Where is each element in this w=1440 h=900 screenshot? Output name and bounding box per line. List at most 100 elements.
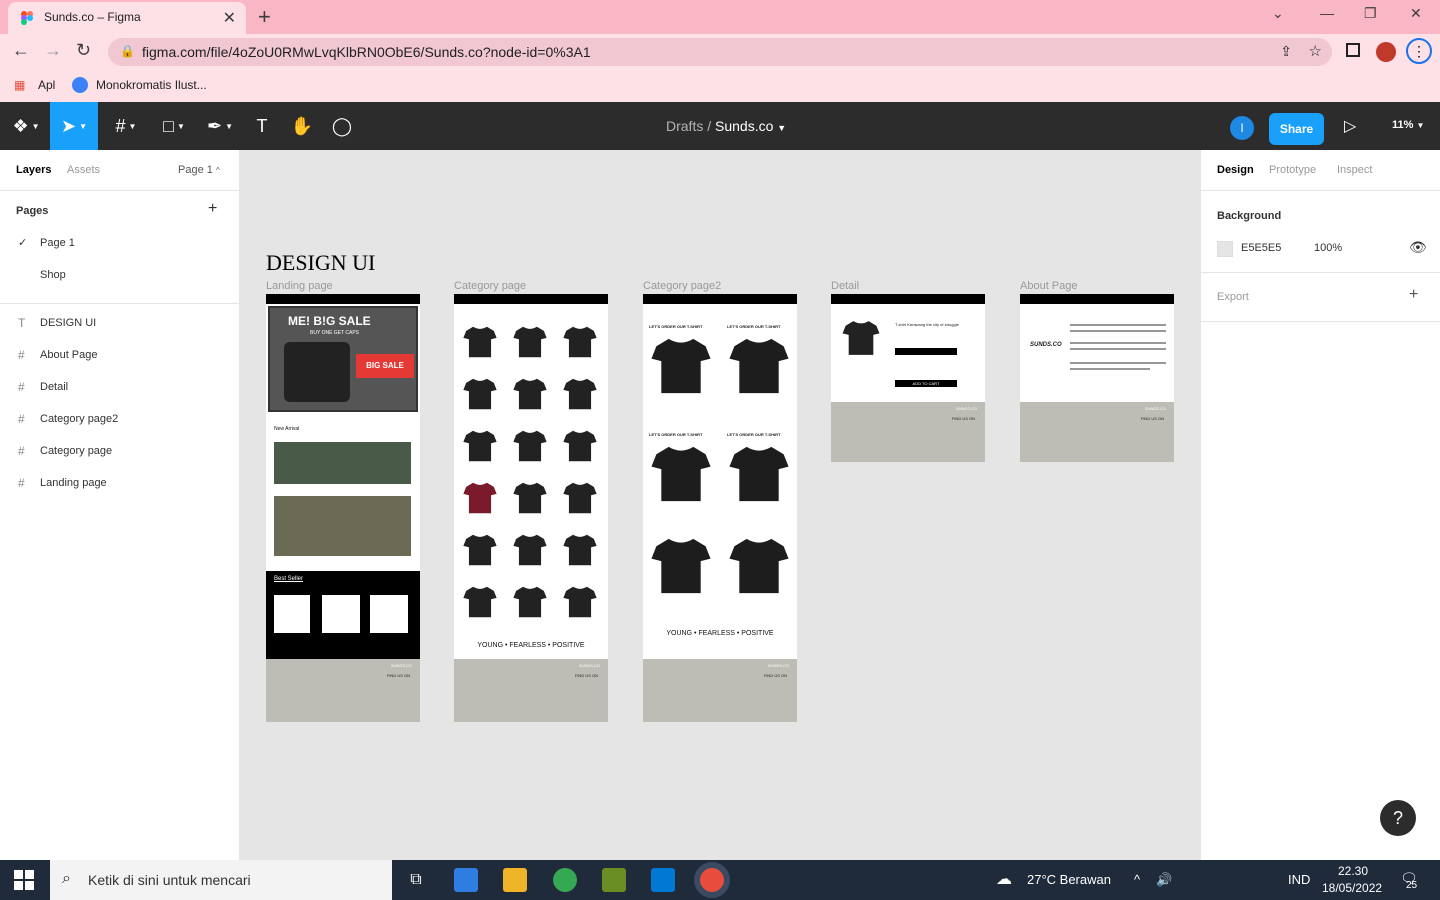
layer-landing-page[interactable]: # Landing page xyxy=(0,468,239,500)
tshirt-thumbnail xyxy=(513,586,547,618)
windows-start-icon[interactable] xyxy=(14,870,34,890)
frame-label-about[interactable]: About Page xyxy=(1020,280,1078,292)
store-icon[interactable] xyxy=(454,868,478,892)
frame-tool-icon[interactable]: # ▼ xyxy=(104,102,148,150)
chrome-menu-icon[interactable]: ⋮ xyxy=(1406,38,1432,64)
tab-prototype[interactable]: Prototype xyxy=(1269,164,1316,176)
language-indicator[interactable]: IND xyxy=(1288,872,1310,887)
frame-label-detail[interactable]: Detail xyxy=(831,280,859,292)
detail-frame[interactable]: T-shirt Karawang the city of struggle AD… xyxy=(831,294,985,462)
clock-time[interactable]: 22.30 xyxy=(1338,864,1368,878)
weather-text[interactable]: 27°C Berawan xyxy=(1027,872,1111,887)
forward-icon[interactable]: → xyxy=(44,40,62,61)
breadcrumb-drafts[interactable]: Drafts xyxy=(666,118,703,134)
file-name[interactable]: Sunds.co xyxy=(715,118,773,134)
bg-color-swatch[interactable] xyxy=(1217,241,1233,257)
bookmark-apps[interactable]: Apl xyxy=(38,78,55,92)
apps-grid-icon[interactable]: ▦ xyxy=(14,78,25,92)
search-icon: ⌕ xyxy=(62,870,71,887)
minimize-icon[interactable]: — xyxy=(1320,5,1334,21)
chevron-down-icon[interactable]: ▼ xyxy=(777,123,786,133)
chrome-icon[interactable] xyxy=(553,868,577,892)
side-panel-icon[interactable] xyxy=(1346,43,1360,57)
add-export-icon[interactable]: + xyxy=(1409,286,1418,304)
text-layer-icon: T xyxy=(18,316,26,330)
volume-icon[interactable]: 🔊 xyxy=(1156,872,1172,888)
tshirt-thumbnail xyxy=(729,446,789,502)
layer-category-page[interactable]: # Category page xyxy=(0,436,239,468)
file-explorer-icon[interactable] xyxy=(503,868,527,892)
user-avatar[interactable]: I xyxy=(1230,116,1254,140)
check-icon: ✓ xyxy=(18,237,28,249)
minecraft-icon[interactable] xyxy=(602,868,626,892)
frame-label-landing[interactable]: Landing page xyxy=(266,280,333,292)
restore-icon[interactable]: ❐ xyxy=(1364,5,1377,22)
tab-design[interactable]: Design xyxy=(1217,164,1254,176)
landing-page-frame[interactable]: ME! B!G SALE BUY ONE GET CAPS BIG SALE N… xyxy=(266,294,420,722)
category-page-frame[interactable]: YOUNG • FEARLESS • POSITIVE SUNDS.CO FIN… xyxy=(454,294,608,722)
about-logo: SUNDS.CO xyxy=(1030,342,1062,348)
frame-layer-icon: # xyxy=(18,348,25,362)
layers-panel: Layers Assets Page 1 ^ Pages + ✓ Page 1 … xyxy=(0,150,240,860)
reload-icon[interactable]: ↻ xyxy=(76,40,91,61)
frame-label-category2[interactable]: Category page2 xyxy=(643,280,721,292)
close-tab-icon[interactable]: ✕ xyxy=(223,8,236,28)
shape-tool-icon[interactable]: □ ▼ xyxy=(152,102,196,150)
add-page-icon[interactable]: + xyxy=(208,200,217,218)
banner-headline: ME! B!G SALE xyxy=(288,314,371,328)
url-field[interactable]: 🔒 figma.com/file/4oZoU0RMwLvqKlbRN0ObE6/… xyxy=(108,38,1332,66)
zoom-dropdown[interactable]: 11% ▼ xyxy=(1392,119,1424,131)
share-button[interactable]: Share xyxy=(1269,113,1324,145)
layer-detail[interactable]: # Detail xyxy=(0,372,239,404)
move-tool-icon[interactable]: ➤ ▼ xyxy=(50,102,98,150)
layer-design-ui[interactable]: T DESIGN UI xyxy=(0,308,239,340)
weather-icon[interactable]: ☁ xyxy=(996,869,1012,889)
page-selector[interactable]: Page 1 ^ xyxy=(178,164,220,176)
bg-opacity[interactable]: 100% xyxy=(1314,242,1342,254)
main-menu-icon[interactable]: ❖ ▼ xyxy=(4,102,48,150)
clock-date[interactable]: 18/05/2022 xyxy=(1322,881,1382,895)
canvas[interactable]: DESIGN UI Landing page Category page Cat… xyxy=(240,150,1200,860)
task-view-icon[interactable]: ⧉ xyxy=(404,868,428,892)
profile-avatar[interactable] xyxy=(1376,42,1396,62)
layer-about-page[interactable]: # About Page xyxy=(0,340,239,372)
browser-tab[interactable]: Sunds.co – Figma ✕ xyxy=(8,2,246,34)
eye-icon[interactable]: 👁 xyxy=(1409,239,1427,256)
hand-tool-icon[interactable]: ✋ xyxy=(280,102,324,150)
help-button[interactable]: ? xyxy=(1380,800,1416,836)
comment-tool-icon[interactable]: ◯ xyxy=(320,102,364,150)
tab-layers[interactable]: Layers xyxy=(16,164,51,176)
frame-navbar xyxy=(643,294,797,304)
bg-color-hex[interactable]: E5E5E5 xyxy=(1241,242,1281,254)
tab-assets[interactable]: Assets xyxy=(67,164,100,176)
tab-search-icon[interactable]: ⌄ xyxy=(1272,5,1284,22)
tshirt-thumbnail xyxy=(513,482,547,514)
design-ui-heading[interactable]: DESIGN UI xyxy=(266,250,375,276)
tshirt-thumbnail xyxy=(463,534,497,566)
page-item-shop[interactable]: Shop xyxy=(0,260,239,292)
tray-chevron-icon[interactable]: ^ xyxy=(1134,872,1140,887)
text-tool-icon[interactable]: T xyxy=(240,102,284,150)
tab-inspect[interactable]: Inspect xyxy=(1337,164,1372,176)
new-tab-icon[interactable]: + xyxy=(258,4,271,30)
page-item-page1[interactable]: ✓ Page 1 xyxy=(0,228,239,260)
tshirt-thumbnail xyxy=(651,538,711,594)
layer-category-page2[interactable]: # Category page2 xyxy=(0,404,239,436)
lock-icon: 🔒 xyxy=(120,44,135,58)
about-page-frame[interactable]: SUNDS.CO SUNDS.CO FIND US ON xyxy=(1020,294,1174,462)
pen-tool-icon[interactable]: ✒ ▼ xyxy=(198,102,242,150)
bookmark-star-icon[interactable]: ☆ xyxy=(1309,42,1322,60)
taskbar-search-field[interactable]: ⌕ Ketik di sini untuk mencari xyxy=(50,860,392,900)
present-play-icon[interactable]: ▷ xyxy=(1344,116,1356,136)
frame-footer: SUNDS.CO FIND US ON xyxy=(266,659,420,722)
chrome-active-icon[interactable] xyxy=(700,868,724,892)
back-icon[interactable]: ← xyxy=(12,40,30,61)
bookmark-monokromatis[interactable]: Monokromatis Ilust... xyxy=(96,78,207,92)
close-window-icon[interactable]: ✕ xyxy=(1410,5,1422,22)
frame-label-category[interactable]: Category page xyxy=(454,280,526,292)
vscode-icon[interactable] xyxy=(651,868,675,892)
share-page-icon[interactable]: ⇪ xyxy=(1280,43,1292,60)
tshirt-thumbnail xyxy=(463,482,497,514)
category-page2-frame[interactable]: LET'S ORDER OUR T-SHIRT LET'S ORDER OUR … xyxy=(643,294,797,722)
frame-footer: SUNDS.CO FIND US ON xyxy=(643,659,797,722)
